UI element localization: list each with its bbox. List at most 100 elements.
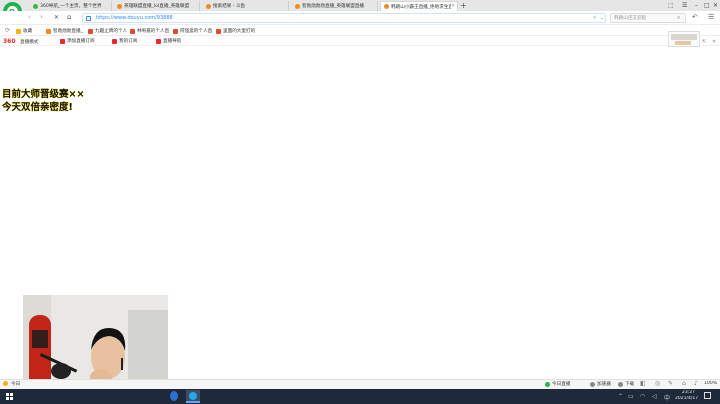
tab-close-icon[interactable]: ✕ (451, 4, 455, 9)
status-item-icon (590, 381, 595, 387)
bookmark-favicon-icon (216, 28, 221, 34)
bookmark-item[interactable]: 智勋勋勋直播_ (46, 28, 83, 34)
menu-icon[interactable]: ☰ (708, 13, 714, 21)
bookmark-label: 林宥嘉的个人直 (137, 29, 170, 34)
browser-tab[interactable]: 搜索结果 - 斗鱼 (203, 1, 289, 11)
live-widget[interactable] (668, 31, 700, 47)
sound-icon[interactable]: ♪ (694, 380, 698, 387)
mode-bar-link[interactable]: 直播导航 (156, 38, 181, 44)
brand-360-logo: 360 (3, 38, 16, 45)
bookmark-label: 里面的大蛋打的 (223, 29, 256, 34)
taskbar-browser-icon[interactable] (170, 391, 178, 401)
bookmark-favicon-icon (130, 28, 135, 34)
browser-tab[interactable]: 智勋勋勋勋直播_英雄联盟直播 (292, 1, 378, 11)
zoom-level[interactable]: 100% (704, 381, 717, 386)
tab-favicon-icon (384, 4, 389, 9)
start-button[interactable] (6, 393, 13, 400)
overlay-line-2: 今天双倍亲密度! (2, 102, 73, 113)
status-bar-item[interactable]: 今日直播 (545, 381, 570, 387)
browser-tab[interactable]: 360导航_一个主页，整个世界 (30, 1, 112, 11)
status-icon-b[interactable]: ◎ (655, 380, 660, 387)
status-item-icon (618, 381, 623, 387)
tray-wifi-icon[interactable]: ◠ (640, 393, 645, 400)
status-bar-item[interactable]: 加速器 (590, 381, 611, 387)
status-icon-d[interactable]: ⌂ (682, 380, 686, 387)
tab-label: 搜索结果 - 斗鱼 (213, 4, 246, 9)
status-bar (0, 379, 720, 389)
bookmark-item[interactable]: 收藏 (16, 28, 32, 34)
tab-favicon-icon (117, 3, 122, 9)
tray-volume-icon[interactable]: ◁ (652, 393, 657, 400)
browser-tab[interactable]: 英雄联盟直播_lol直播_英雄联盟 (114, 1, 200, 11)
bookmark-label: 九趣止牌的个人 (95, 29, 128, 34)
bookmark-favicon-icon (16, 28, 21, 34)
tab-label: 360导航_一个主页，整个世界 (40, 4, 102, 9)
notification-icon[interactable] (704, 392, 711, 399)
tray-network-icon[interactable]: ▭ (628, 393, 634, 400)
widget-close-icon[interactable]: ✕ (712, 39, 716, 45)
bookmark-item[interactable]: 九趣止牌的个人 (88, 28, 127, 34)
mode-link-label: 我的订阅 (119, 39, 138, 44)
search-input[interactable]: 韩跳山还又迎起 (614, 15, 646, 21)
mode-link-label: 添加直播订阅 (67, 39, 95, 44)
bookmark-favicon-icon (173, 28, 178, 34)
bookmark-label: 阿怪蛮的个人直 (180, 29, 213, 34)
taskbar-active-app[interactable] (186, 390, 200, 403)
widget-avatar (675, 41, 691, 45)
home-button[interactable]: ⌂ (67, 13, 71, 21)
bookmarks-toggle-icon[interactable]: ⟳ (5, 27, 10, 34)
bookmark-item[interactable]: 林宥嘉的个人直 (130, 28, 169, 34)
back-button[interactable]: ‹ (28, 13, 31, 21)
status-left-icon[interactable] (3, 381, 8, 386)
undo-icon[interactable]: ↶ (692, 13, 698, 21)
bookmark-favicon-icon (46, 28, 51, 34)
mode-bar-link[interactable]: 我的订阅 (112, 38, 137, 44)
taskbar (0, 389, 720, 404)
search-box[interactable]: 韩跳山还又迎起 ⌕ (610, 13, 686, 23)
live-mode-label: 直播模式 (20, 40, 39, 45)
address-bar[interactable]: https://www.douyu.com/93888 ⚡ ⌄ (82, 13, 606, 23)
mode-link-icon (156, 38, 161, 44)
bookmark-label: 智勋勋勋直播_ (53, 29, 83, 34)
dropdown-icon[interactable]: ⌄ (600, 15, 604, 21)
url-text[interactable]: https://www.douyu.com/93888 (96, 15, 173, 21)
menu-icon[interactable]: ☰ (682, 2, 687, 9)
browser-tab[interactable]: 韩跳山小霸王直播_绝地求生直 ✕ (380, 1, 458, 11)
bookmark-item[interactable]: 阿怪蛮的个人直 (173, 28, 212, 34)
status-icon-a[interactable]: ◧ (640, 380, 646, 387)
clock-time[interactable]: 23:27 (682, 390, 695, 395)
status-left-label[interactable]: 今日 (11, 381, 20, 387)
tab-label: 英雄联盟直播_lol直播_英雄联盟 (124, 4, 190, 9)
minimize-button[interactable]: – (695, 2, 698, 9)
stop-button[interactable]: ✕ (54, 14, 59, 21)
lock-icon (86, 16, 91, 21)
overlay-line-1: 目前大师晋级赛×× (2, 89, 85, 100)
maximize-button[interactable]: □ (704, 2, 710, 9)
mode-bar-link[interactable]: 添加直播订阅 (60, 38, 95, 44)
status-bar-item[interactable]: 下载 (618, 381, 634, 387)
active-app-icon (189, 392, 197, 400)
tab-label: 智勋勋勋勋直播_英雄联盟直播 (302, 4, 365, 9)
status-item-label: 加速器 (597, 382, 611, 387)
search-icon[interactable]: ⌕ (677, 14, 680, 22)
tab-favicon-icon (33, 3, 38, 9)
mode-link-label: 直播导航 (163, 39, 182, 44)
new-tab-button[interactable]: + (460, 1, 467, 10)
skin-icon[interactable]: ⬚ (668, 2, 674, 9)
clock-date[interactable]: 2021/4/17 (675, 396, 698, 401)
mode-link-icon (112, 38, 117, 44)
tray-ime-icon[interactable]: 中 (664, 393, 670, 402)
tab-label: 韩跳山小霸王直播_绝地求生直 (391, 4, 452, 10)
widget-collapse-icon[interactable]: ⇱ (702, 39, 706, 45)
tray-chevron-icon[interactable]: ⌃ (618, 393, 623, 400)
widget-thumbnail (671, 34, 697, 40)
status-item-icon (545, 381, 550, 387)
tab-favicon-icon (206, 3, 211, 9)
bookmark-item[interactable]: 里面的大蛋打的 (216, 28, 255, 34)
status-item-label: 今日直播 (552, 382, 571, 387)
live-mode-bar (0, 36, 720, 46)
bookmark-favicon-icon (88, 28, 93, 34)
forward-button[interactable]: › (40, 13, 43, 21)
status-icon-c[interactable]: ✎ (668, 380, 673, 387)
close-button[interactable]: ✕ (713, 2, 718, 9)
